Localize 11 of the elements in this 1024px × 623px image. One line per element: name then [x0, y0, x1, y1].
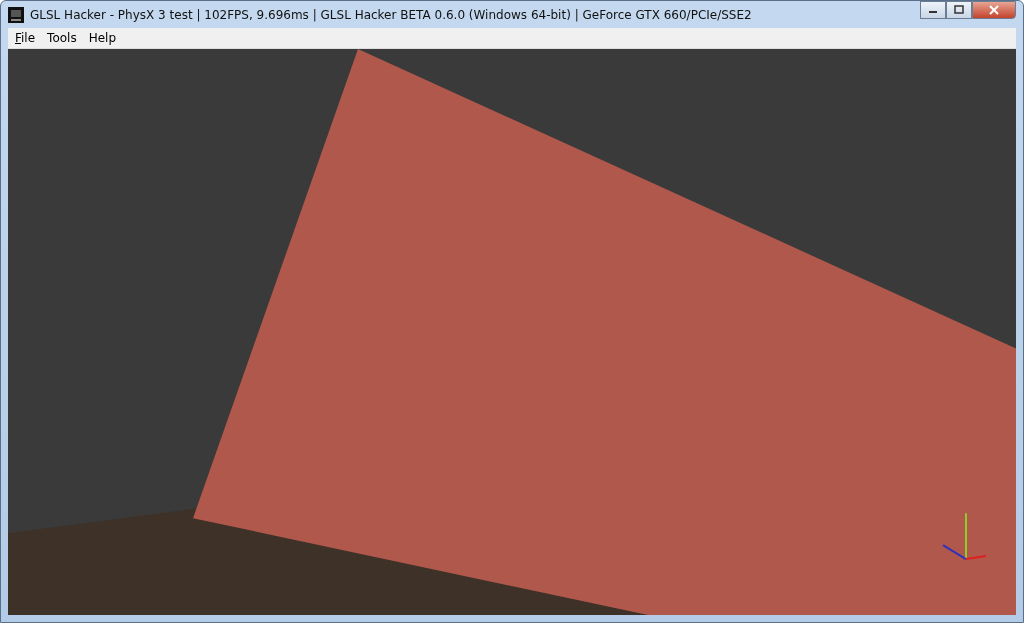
maximize-icon: [954, 5, 964, 15]
menu-item[interactable]: File: [10, 30, 41, 46]
close-button[interactable]: [972, 1, 1016, 19]
window-title: GLSL Hacker - PhysX 3 test | 102FPS, 9.696ms | GLSL Hacker BETA 0.6.0 (Windows 64-bit) | GeForce GTX 660/PCIe/SSE2: [30, 7, 752, 22]
axes-icon: [942, 512, 987, 561]
menu-item[interactable]: Tools: [42, 30, 82, 46]
menu-item[interactable]: Help: [83, 30, 121, 46]
maximize-button[interactable]: [946, 1, 972, 19]
minimize-button[interactable]: [920, 1, 946, 19]
close-icon: [989, 5, 999, 15]
app-icon: [8, 6, 24, 23]
